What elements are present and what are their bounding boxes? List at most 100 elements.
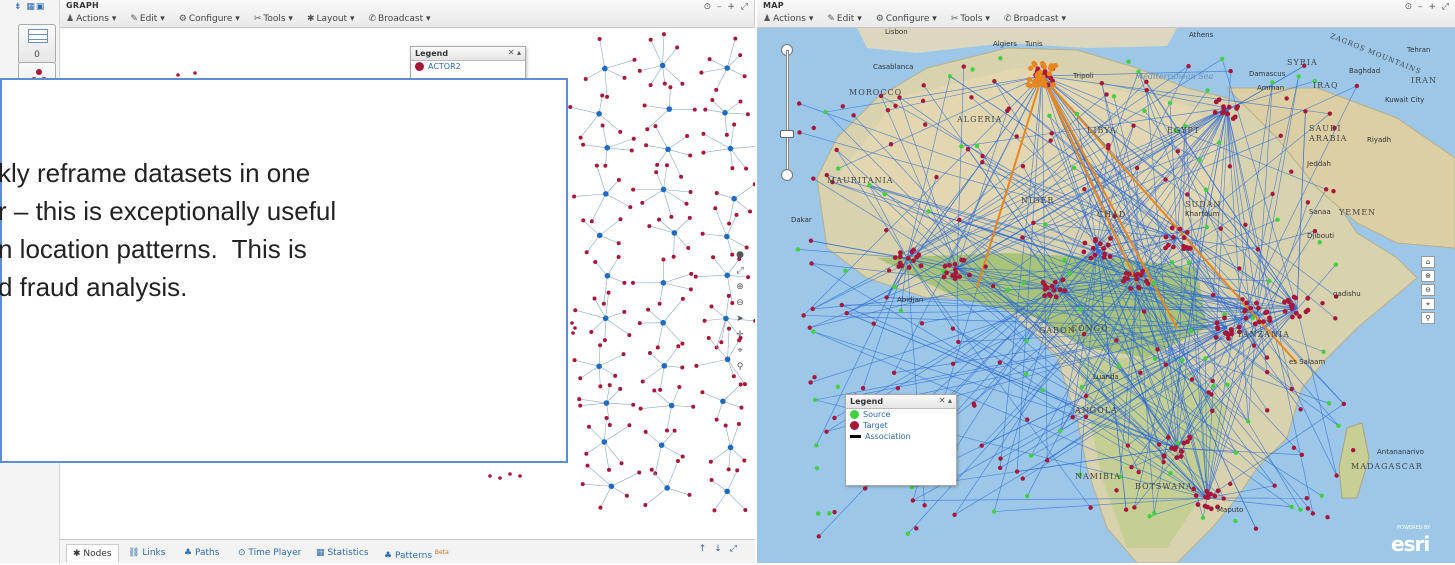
zoom-handle[interactable] — [780, 130, 794, 138]
map-node — [811, 307, 815, 311]
center-icon[interactable]: ⌖ — [737, 346, 742, 356]
tab-statistics[interactable]: ▦ Statistics — [310, 544, 375, 562]
graph-legend[interactable]: Legend ✕ ▴ ACTOR2 — [410, 46, 526, 82]
maximize-icon[interactable]: ⤢ — [741, 2, 748, 12]
menu-actions[interactable]: ♟Actions ▾ — [66, 14, 116, 24]
tab-time-player[interactable]: ⊙ Time Player — [232, 544, 307, 562]
graph-node — [672, 255, 676, 259]
graph-edge — [604, 442, 609, 470]
minimize-icon[interactable]: – — [1418, 2, 1423, 12]
tab-paths[interactable]: ♣ Paths — [178, 544, 225, 562]
map-node — [1021, 476, 1025, 480]
asterisk-icon: ✱ — [307, 14, 315, 24]
map-window-controls[interactable]: ⊙ – + ⤢ — [1402, 2, 1449, 12]
tab-links[interactable]: ⛓ Links — [122, 544, 171, 562]
minimize-icon[interactable]: – — [717, 2, 722, 12]
locate-icon[interactable]: ⌖ — [1421, 298, 1435, 310]
graph-node — [600, 94, 604, 98]
pan-icon[interactable]: ✛ — [736, 330, 744, 340]
graph-edge — [714, 491, 727, 510]
menu-layout[interactable]: ✱Layout ▾ — [307, 14, 355, 24]
menu-broadcast[interactable]: ✆Broadcast ▾ — [368, 14, 430, 24]
sync-icon[interactable]: ⊙ — [704, 2, 712, 12]
zoom-out-icon[interactable]: ⊖ — [736, 298, 744, 308]
place-botswana: BOTSWANA — [1135, 482, 1193, 491]
graph-edge — [667, 406, 672, 431]
home-icon[interactable]: ⌂ — [1421, 256, 1435, 268]
menu-actions[interactable]: ♟Actions ▾ — [763, 14, 813, 24]
search-icon[interactable]: ⚲ — [1421, 312, 1435, 324]
sync-icon[interactable]: ⊙ — [1405, 2, 1413, 12]
graph-node — [646, 308, 650, 312]
table-view-button[interactable]: 0 — [18, 24, 56, 64]
map-node — [1114, 338, 1118, 342]
legend-item-association: Association — [846, 431, 956, 442]
tab-nodes[interactable]: ✱ Nodes — [66, 544, 119, 562]
graph-edge — [716, 68, 727, 90]
chevron-down-icon: ▾ — [423, 14, 430, 24]
map-node — [1306, 308, 1311, 313]
pointer-icon[interactable]: ➤ — [736, 314, 744, 324]
map-node — [1196, 502, 1201, 507]
menu-label: Edit — [140, 14, 157, 24]
map-canvas[interactable]: Lisbon Algiers Tunis Athens Tehran SYRIA… — [757, 28, 1455, 563]
graph-edge — [583, 484, 612, 486]
select-icon[interactable]: ● — [736, 250, 744, 260]
zoom-track[interactable] — [786, 50, 789, 175]
tab-patterns[interactable]: ♣ Patterns Beta — [378, 544, 455, 562]
zoom-in-icon[interactable]: ⊕ — [1421, 270, 1435, 282]
map-node — [844, 311, 848, 315]
menu-broadcast[interactable]: ✆Broadcast ▾ — [1004, 14, 1066, 24]
graph-window-controls[interactable]: ⊙ – + ⤢ — [701, 2, 748, 12]
zoom-out-icon[interactable]: ⊖ — [1421, 284, 1435, 296]
graph-edge — [672, 406, 694, 407]
fit-icon[interactable]: ⤢ — [736, 266, 743, 276]
menu-edit[interactable]: ✎Edit ▾ — [130, 14, 164, 24]
map-node — [1333, 316, 1337, 320]
menu-configure[interactable]: ⚙Configure ▾ — [179, 14, 240, 24]
map-node — [1292, 446, 1296, 450]
map-node — [1166, 435, 1171, 440]
map-node — [1237, 325, 1242, 330]
menu-tools[interactable]: ✂Tools ▾ — [951, 14, 990, 24]
map-node — [911, 498, 915, 502]
graph-edge — [599, 366, 600, 386]
esri-logo[interactable]: esri — [1391, 532, 1429, 556]
map-node — [1355, 84, 1359, 88]
tab-arrows[interactable]: ↑↓⤢ — [699, 544, 745, 554]
add-icon[interactable]: + — [727, 2, 735, 12]
graph-node — [745, 246, 749, 250]
graph-hub-node — [609, 483, 615, 489]
menu-configure[interactable]: ⚙Configure ▾ — [876, 14, 937, 24]
graph-node — [625, 494, 629, 498]
map-zoom-slider[interactable] — [779, 50, 795, 175]
graph-edge — [726, 296, 729, 319]
map-node — [797, 101, 801, 105]
chevron-down-icon: ▾ — [1059, 14, 1066, 24]
map-node — [1189, 329, 1193, 333]
legend-close-icon[interactable]: ✕ ▴ — [508, 48, 521, 57]
map-node — [1187, 260, 1191, 264]
menu-tools[interactable]: ✂Tools ▾ — [254, 14, 293, 24]
map-node — [1147, 514, 1151, 518]
zoom-out-icon[interactable] — [781, 169, 793, 181]
map-legend[interactable]: Legend ✕ ▴ Source Target Association — [845, 394, 957, 486]
graph-node — [724, 424, 728, 428]
map-node — [1127, 272, 1132, 277]
map-node — [898, 254, 903, 259]
maximize-icon[interactable]: ⤢ — [1442, 2, 1449, 12]
map-node — [957, 218, 961, 222]
zoom-in-icon[interactable]: ⊕ — [736, 282, 744, 292]
add-icon[interactable]: + — [1428, 2, 1436, 12]
graph-node — [603, 338, 607, 342]
graph-node — [658, 302, 662, 306]
map-node-cluster — [1049, 63, 1054, 68]
map-node — [922, 503, 926, 507]
menu-edit[interactable]: ✎Edit ▾ — [827, 14, 861, 24]
tab-label: Statistics — [327, 548, 368, 558]
graph-edge — [606, 293, 609, 319]
legend-item-label: Association — [865, 432, 911, 441]
legend-close-icon[interactable]: ✕ ▴ — [939, 396, 952, 405]
rail-toolbar-icons[interactable]: ⇟ ▦▣ — [14, 2, 45, 12]
search-icon[interactable]: ⚲ — [737, 362, 744, 372]
